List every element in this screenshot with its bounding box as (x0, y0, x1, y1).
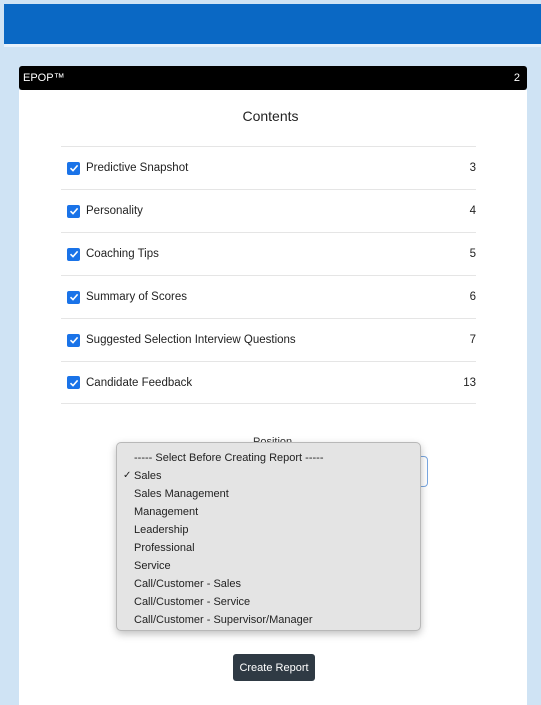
list-item: Personality 4 (61, 189, 476, 232)
option-leadership[interactable]: Leadership (117, 521, 420, 539)
option-service[interactable]: Service (117, 557, 420, 575)
option-placeholder[interactable]: ----- Select Before Creating Report ----… (117, 449, 420, 467)
create-report-button[interactable]: Create Report (233, 654, 315, 681)
list-item: Summary of Scores 6 (61, 275, 476, 318)
check-icon (69, 336, 78, 344)
item-label: Coaching Tips (86, 248, 159, 260)
contents-list: Predictive Snapshot 3 Personality 4 Coac… (61, 146, 476, 404)
option-sales-management[interactable]: Sales Management (117, 485, 420, 503)
list-item: Suggested Selection Interview Questions … (61, 318, 476, 361)
item-label: Candidate Feedback (86, 376, 193, 389)
item-page: 5 (469, 248, 476, 260)
list-item: Predictive Snapshot 3 (61, 146, 476, 189)
report-header: EPOP™ 2 (19, 66, 527, 90)
option-management[interactable]: Management (117, 503, 420, 521)
item-page: 3 (469, 162, 476, 174)
list-item: Coaching Tips 5 (61, 232, 476, 275)
checkbox-predictive-snapshot[interactable] (67, 161, 80, 175)
check-icon (69, 250, 78, 258)
item-page: 4 (469, 205, 476, 217)
item-page: 13 (463, 376, 476, 389)
list-item: Candidate Feedback 13 (61, 361, 476, 404)
contents-title: Contents (242, 108, 299, 124)
item-page: 7 (469, 334, 476, 346)
item-label: Predictive Snapshot (86, 162, 189, 174)
banner-divider (4, 44, 541, 47)
check-icon (69, 207, 78, 215)
checkbox-interview-questions[interactable] (67, 333, 80, 347)
top-banner (4, 4, 541, 44)
option-professional[interactable]: Professional (117, 539, 420, 557)
item-label: Personality (86, 205, 143, 217)
position-dropdown-menu[interactable]: ----- Select Before Creating Report ----… (116, 442, 421, 631)
item-page: 6 (469, 291, 476, 303)
check-icon (69, 293, 78, 301)
option-call-customer-service[interactable]: Call/Customer - Service (117, 593, 420, 611)
checkbox-personality[interactable] (67, 204, 80, 218)
check-icon: ✓ (123, 470, 132, 481)
option-sales[interactable]: ✓ Sales (117, 467, 420, 485)
page-number: 2 (513, 72, 520, 84)
checkbox-coaching-tips[interactable] (67, 247, 80, 261)
item-label: Suggested Selection Interview Questions (86, 334, 296, 346)
option-call-customer-supervisor[interactable]: Call/Customer - Supervisor/Manager (117, 611, 420, 629)
item-label: Summary of Scores (86, 291, 187, 303)
checkbox-candidate-feedback[interactable] (67, 376, 80, 389)
option-call-customer-sales[interactable]: Call/Customer - Sales (117, 575, 420, 593)
checkbox-summary-of-scores[interactable] (67, 290, 80, 304)
check-icon (69, 379, 78, 387)
check-icon (69, 164, 78, 172)
report-title: EPOP™ (23, 72, 65, 84)
